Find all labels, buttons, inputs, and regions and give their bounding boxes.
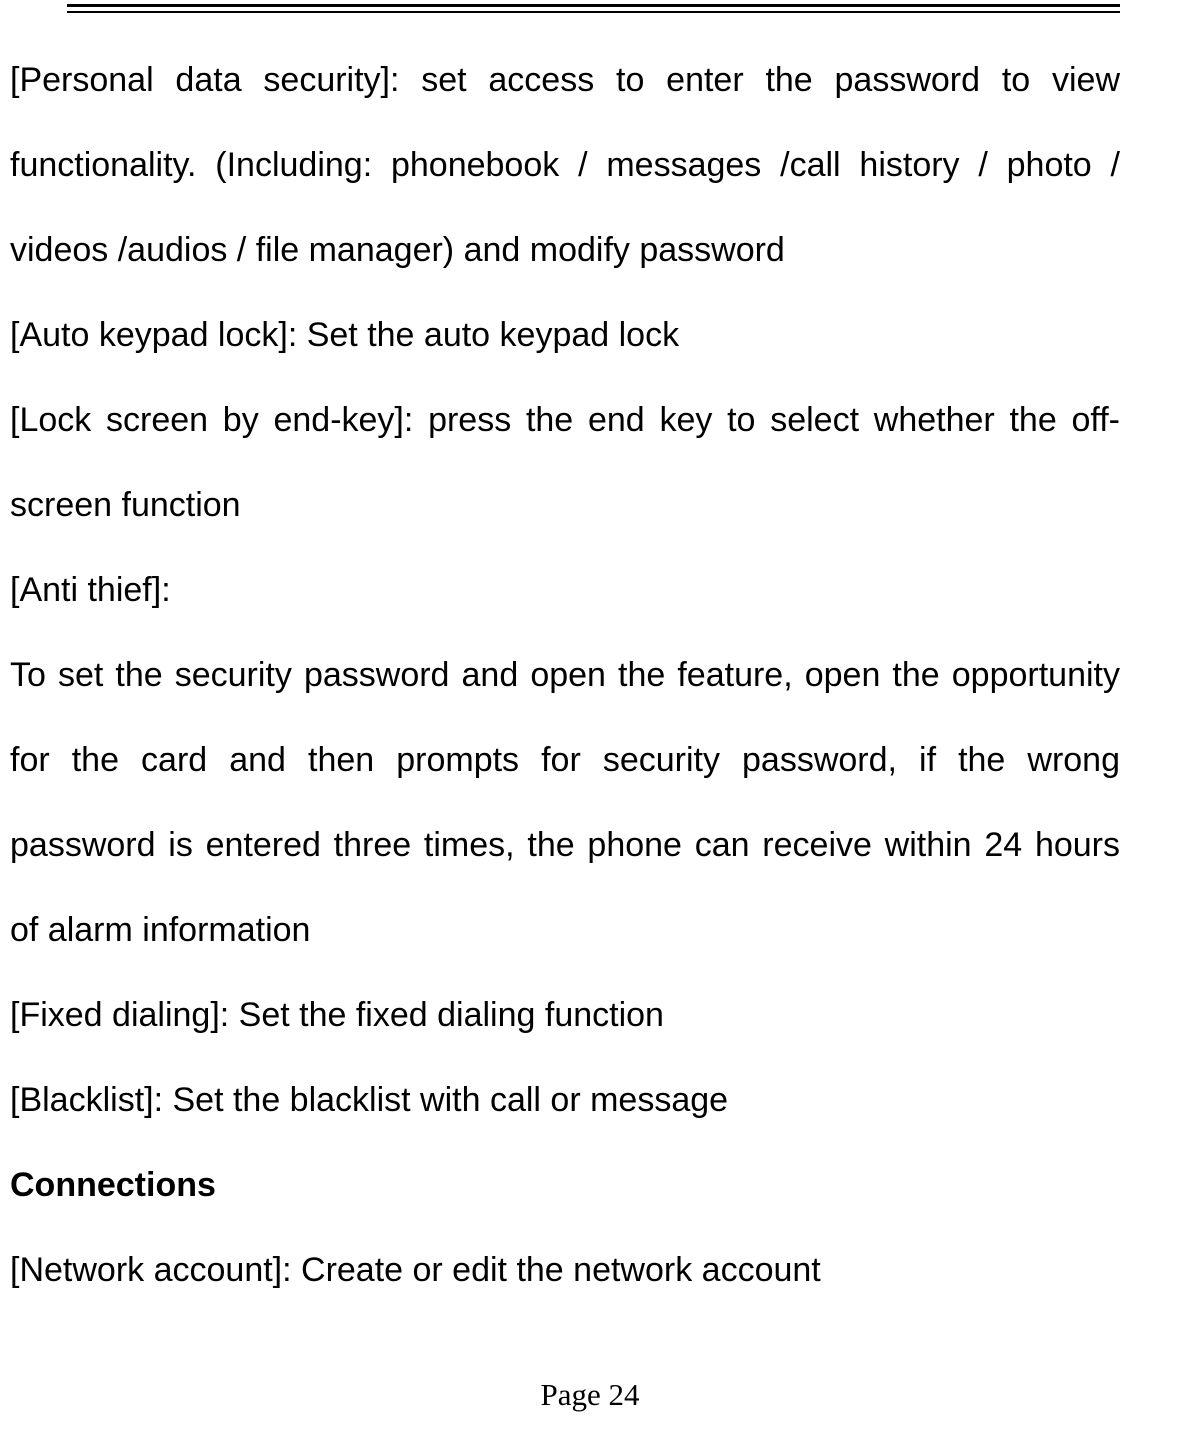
paragraph-network-account: [Network account]: Create or edit the ne… [10, 1228, 1120, 1313]
page-content: [Personal data security]: set access to … [10, 38, 1120, 1313]
page-top-border [67, 4, 1120, 13]
paragraph-anti-thief-desc: To set the security password and open th… [10, 633, 1120, 973]
paragraph-anti-thief-label: [Anti thief]: [10, 548, 1120, 633]
paragraph-lock-screen-end-key: [Lock screen by end-key]: press the end … [10, 378, 1120, 548]
paragraph-personal-data-security: [Personal data security]: set access to … [10, 38, 1120, 293]
heading-connections: Connections [10, 1143, 1120, 1228]
paragraph-auto-keypad-lock: [Auto keypad lock]: Set the auto keypad … [10, 293, 1120, 378]
paragraph-fixed-dialing: [Fixed dialing]: Set the fixed dialing f… [10, 973, 1120, 1058]
page-container: [Personal data security]: set access to … [0, 4, 1180, 1441]
page-footer: Page 24 [0, 1377, 1180, 1413]
paragraph-blacklist: [Blacklist]: Set the blacklist with call… [10, 1058, 1120, 1143]
